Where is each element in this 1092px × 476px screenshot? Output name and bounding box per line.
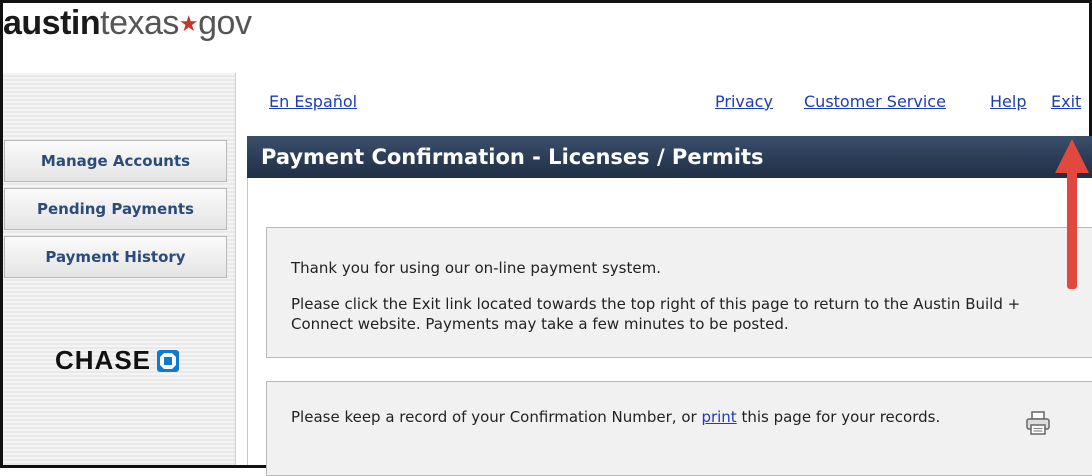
privacy-link[interactable]: Privacy	[715, 92, 773, 111]
customer-service-link[interactable]: Customer Service	[804, 92, 946, 111]
exit-instructions-text: Please click the Exit link located towar…	[291, 295, 1021, 333]
chase-logo: CHASE	[55, 345, 180, 376]
sidebar: Manage Accounts Pending Payments Payment…	[3, 73, 236, 465]
record-notice-box: Please keep a record of your Confirmatio…	[266, 381, 1092, 476]
confirmation-message-box: Thank you for using our on-line payment …	[266, 227, 1092, 358]
printer-icon[interactable]	[1025, 410, 1051, 441]
page-title: Payment Confirmation - Licenses / Permit…	[247, 136, 1092, 178]
record-notice-text: Please keep a record of your Confirmatio…	[291, 407, 945, 427]
help-link[interactable]: Help	[990, 92, 1026, 111]
record-text-before: Please keep a record of your Confirmatio…	[291, 408, 702, 426]
logo-star-icon: ★	[178, 11, 199, 36]
logo-gov: gov	[198, 4, 252, 42]
en-espanol-link[interactable]: En Español	[269, 92, 357, 111]
sidebar-item-manage-accounts[interactable]: Manage Accounts	[4, 140, 227, 182]
record-text-after: this page for your records.	[736, 408, 941, 426]
red-arrow-icon	[1055, 139, 1089, 289]
logo-texas: texas	[100, 4, 179, 42]
sidebar-item-pending-payments[interactable]: Pending Payments	[4, 188, 227, 230]
logo-austin: austin	[3, 4, 101, 42]
exit-link[interactable]: Exit	[1051, 92, 1081, 111]
sidebar-item-payment-history[interactable]: Payment History	[4, 236, 227, 278]
chase-octagon-icon	[157, 349, 180, 372]
main-content: Thank you for using our on-line payment …	[247, 178, 1092, 476]
austintexas-gov-logo: austintexas★gov	[3, 3, 252, 51]
thank-you-text: Thank you for using our on-line payment …	[291, 259, 661, 277]
print-link[interactable]: print	[701, 408, 736, 426]
chase-wordmark: CHASE	[55, 345, 152, 375]
